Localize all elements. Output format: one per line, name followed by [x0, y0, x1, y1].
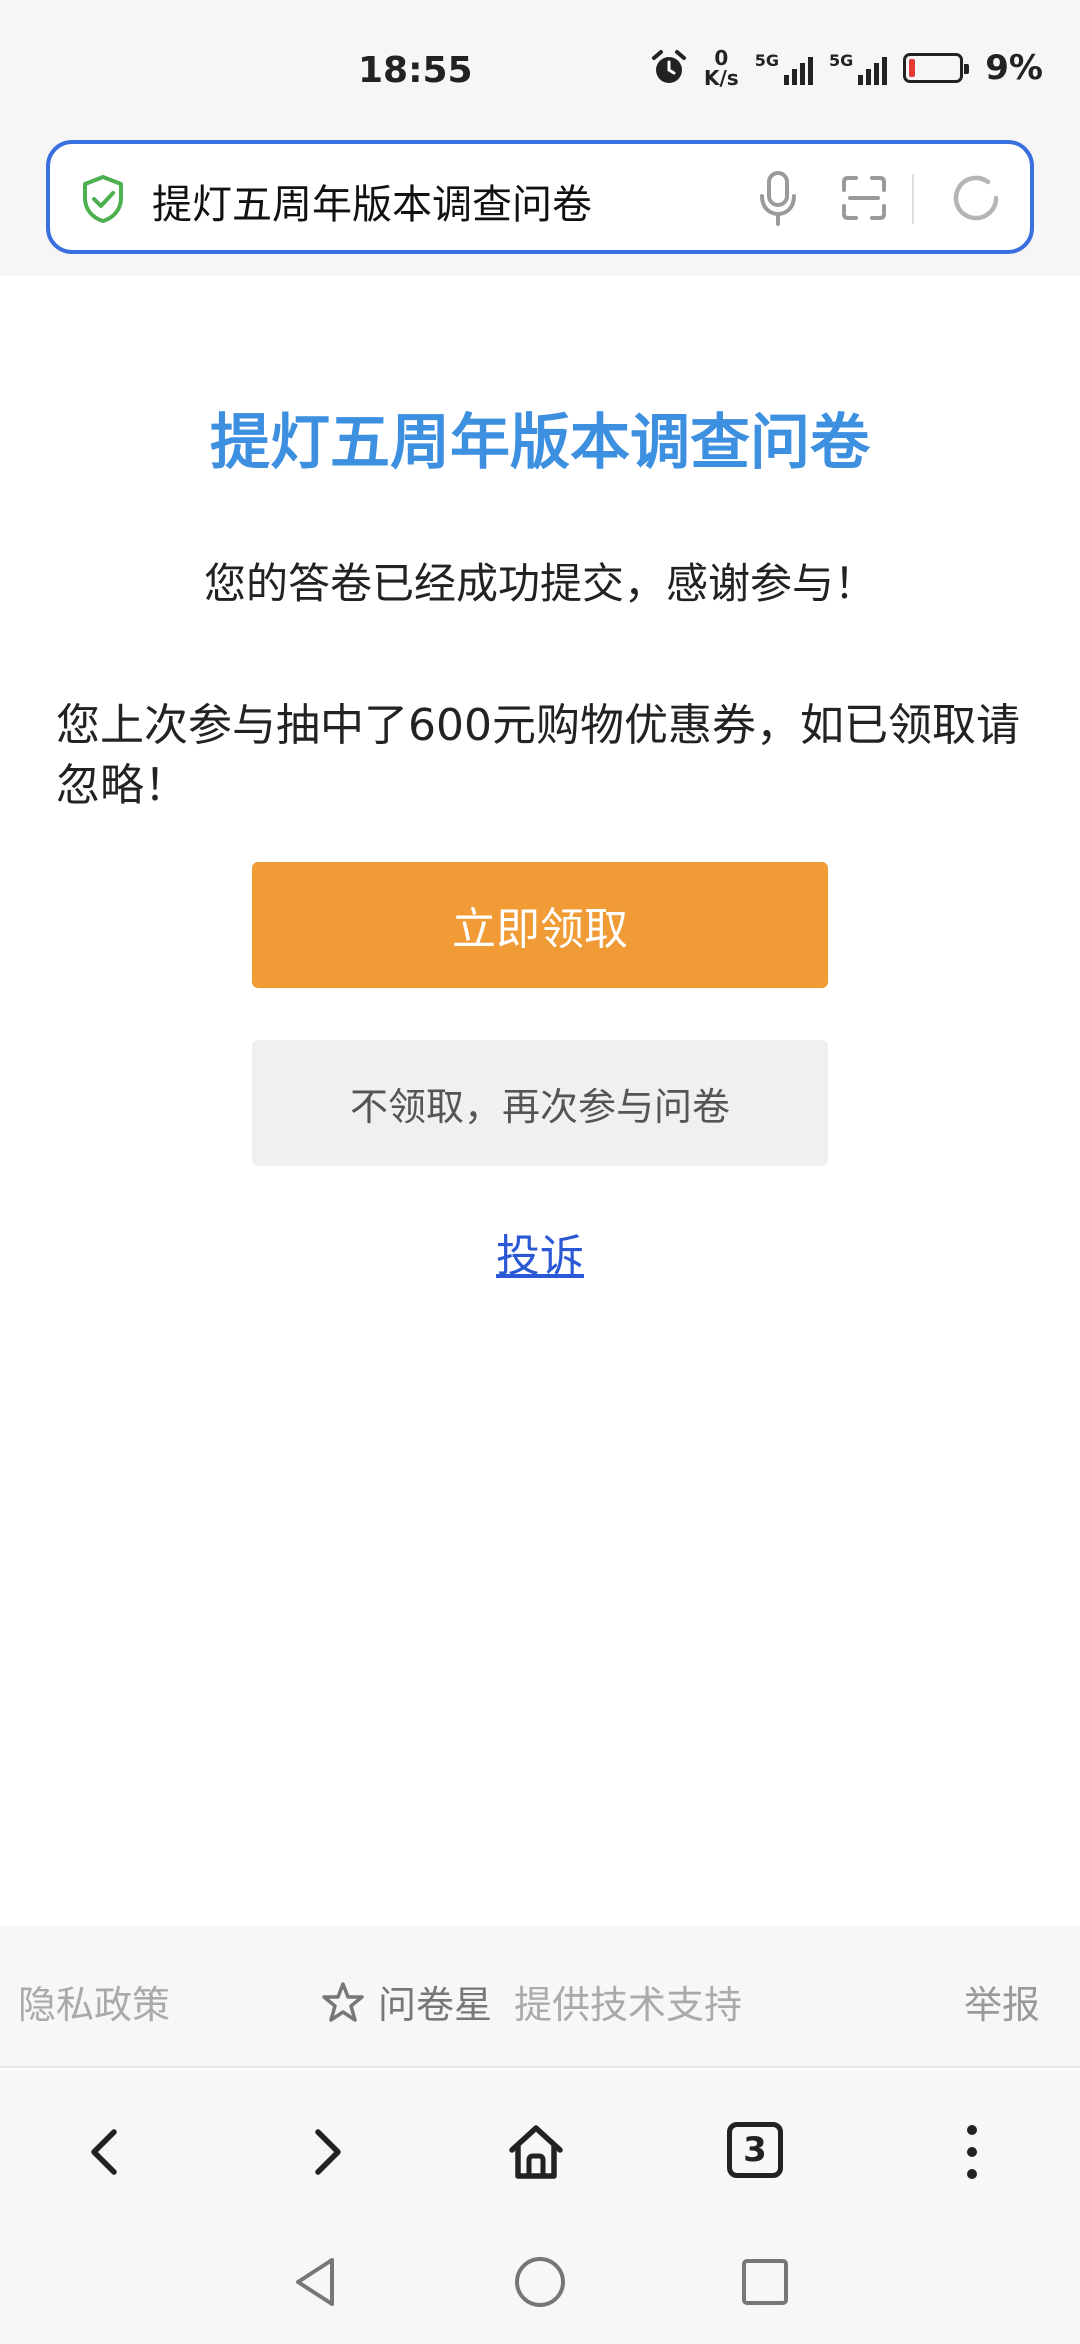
- refresh-icon[interactable]: [948, 170, 1004, 226]
- status-bar: 18:55 0 K/s 5G 5G 9%: [0, 0, 1080, 140]
- browser-toolbar: 3: [0, 2070, 1080, 2230]
- address-text[interactable]: 提灯五周年版本调查问卷: [152, 172, 592, 230]
- tech-support-text: 提供技术支持: [514, 1983, 743, 2027]
- tabs-icon[interactable]: 3: [727, 2122, 783, 2178]
- alarm-icon: [652, 50, 686, 83]
- back-triangle-icon[interactable]: [286, 2252, 346, 2312]
- address-divider: [912, 174, 914, 224]
- system-nav-bar: [0, 2230, 1080, 2344]
- back-icon[interactable]: [76, 2122, 136, 2182]
- more-icon[interactable]: [942, 2122, 1002, 2182]
- privacy-policy-link[interactable]: 隐私政策: [18, 1974, 170, 2029]
- net-speed: 0 K/s: [704, 48, 739, 88]
- page-footer: 隐私政策 问卷星 提供技术支持 举报: [0, 1926, 1080, 2068]
- address-bar[interactable]: 提灯五周年版本调查问卷: [46, 140, 1034, 254]
- net-speed-unit: K/s: [704, 66, 739, 90]
- address-area: 提灯五周年版本调查问卷: [0, 140, 1080, 276]
- submit-success-message: 您的答卷已经成功提交，感谢参与！: [203, 559, 876, 608]
- brand[interactable]: 问卷星 提供技术支持: [322, 1974, 742, 2029]
- battery-percent: 9%: [985, 48, 1043, 88]
- complain-link[interactable]: 投诉: [0, 1220, 1080, 1284]
- brand-name[interactable]: 问卷星: [378, 1974, 492, 2029]
- page-title: 提灯五周年版本调查问卷: [210, 408, 870, 478]
- status-icons: 0 K/s 5G 5G 9%: [650, 48, 1043, 88]
- signal-label: 5G: [828, 51, 854, 70]
- mic-icon[interactable]: [754, 170, 802, 228]
- coupon-message: 您上次参与抽中了600元购物优惠券，如已领取请忽略！: [56, 700, 1020, 811]
- signal-label: 5G: [754, 51, 779, 70]
- battery-icon: [903, 53, 970, 83]
- signal-strength-1: 5G: [755, 51, 813, 85]
- status-time: 18:55: [358, 50, 473, 91]
- shield-check-icon[interactable]: [80, 174, 126, 224]
- report-link[interactable]: 举报: [964, 1974, 1040, 2029]
- scan-icon[interactable]: [840, 174, 888, 222]
- battery-fill: [909, 59, 916, 77]
- home-circle-icon[interactable]: [510, 2252, 570, 2312]
- forward-icon[interactable]: [296, 2122, 356, 2182]
- signal-strength-2: 5G: [828, 51, 888, 85]
- retake-survey-button[interactable]: 不领取，再次参与问卷: [252, 1040, 828, 1166]
- home-icon[interactable]: [506, 2122, 566, 2182]
- recents-square-icon[interactable]: [735, 2252, 795, 2312]
- net-speed-value: 0: [714, 46, 729, 70]
- star-icon: [322, 1981, 364, 2022]
- claim-button[interactable]: 立即领取: [252, 862, 828, 988]
